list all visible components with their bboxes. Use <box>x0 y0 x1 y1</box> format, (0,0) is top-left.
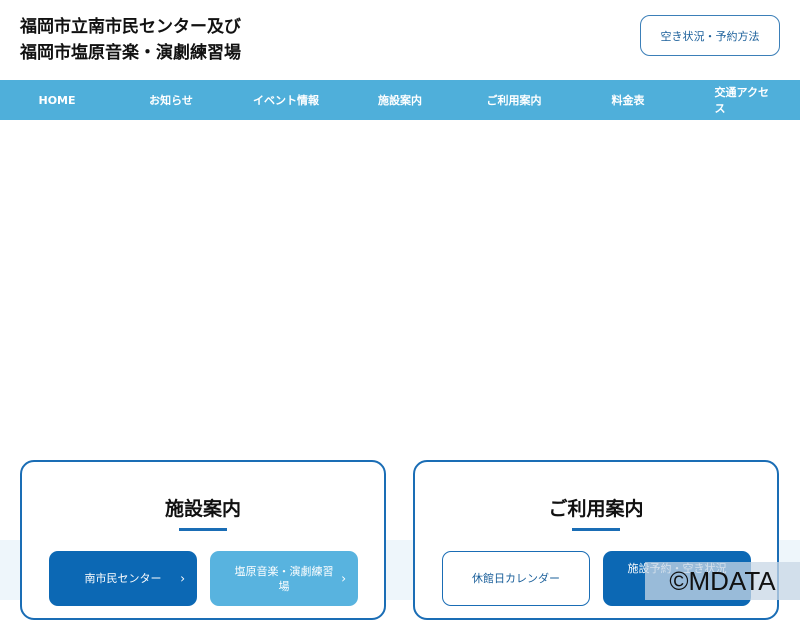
site-title-line1: 福岡市立南市民センター及び <box>20 17 241 37</box>
watermark: ©MDATA <box>645 562 800 600</box>
nav-events[interactable]: イベント情報 <box>253 92 319 108</box>
heading-underline <box>179 528 227 531</box>
shiobara-hall-button[interactable]: 塩原音楽・演劇練習場 › <box>210 551 358 606</box>
nav-news[interactable]: お知らせ <box>149 92 193 108</box>
button-label: 南市民センター <box>84 572 162 585</box>
site-header: 福岡市立南市民センター及び 福岡市塩原音楽・演劇練習場 空き状況・予約方法 <box>0 0 800 80</box>
button-label: 塩原音楽・演劇練習場 <box>234 564 334 593</box>
nav-usage[interactable]: ご利用案内 <box>487 92 542 108</box>
nav-fees[interactable]: 料金表 <box>612 92 645 108</box>
heading-underline <box>572 528 620 531</box>
availability-reservation-button[interactable]: 空き状況・予約方法 <box>640 15 780 56</box>
main-nav: HOME お知らせ イベント情報 施設案内 ご利用案内 料金表 交通アクセス <box>0 80 800 120</box>
chevron-right-icon: › <box>180 571 185 585</box>
facilities-card: 施設案内 南市民センター › 塩原音楽・演劇練習場 › <box>20 460 386 620</box>
usage-heading: ご利用案内 <box>548 498 644 520</box>
nav-access[interactable]: 交通アクセス <box>715 84 772 116</box>
chevron-right-icon: › <box>341 571 346 585</box>
nav-facilities[interactable]: 施設案内 <box>378 92 422 108</box>
facilities-heading: 施設案内 <box>164 498 241 520</box>
button-label: 休館日カレンダー <box>472 572 560 585</box>
closed-days-calendar-button[interactable]: 休館日カレンダー <box>442 551 590 606</box>
nav-home[interactable]: HOME <box>38 94 75 107</box>
site-title[interactable]: 福岡市立南市民センター及び 福岡市塩原音楽・演劇練習場 <box>20 14 241 66</box>
minami-center-button[interactable]: 南市民センター › <box>49 551 197 606</box>
site-title-line2: 福岡市塩原音楽・演劇練習場 <box>20 43 241 63</box>
